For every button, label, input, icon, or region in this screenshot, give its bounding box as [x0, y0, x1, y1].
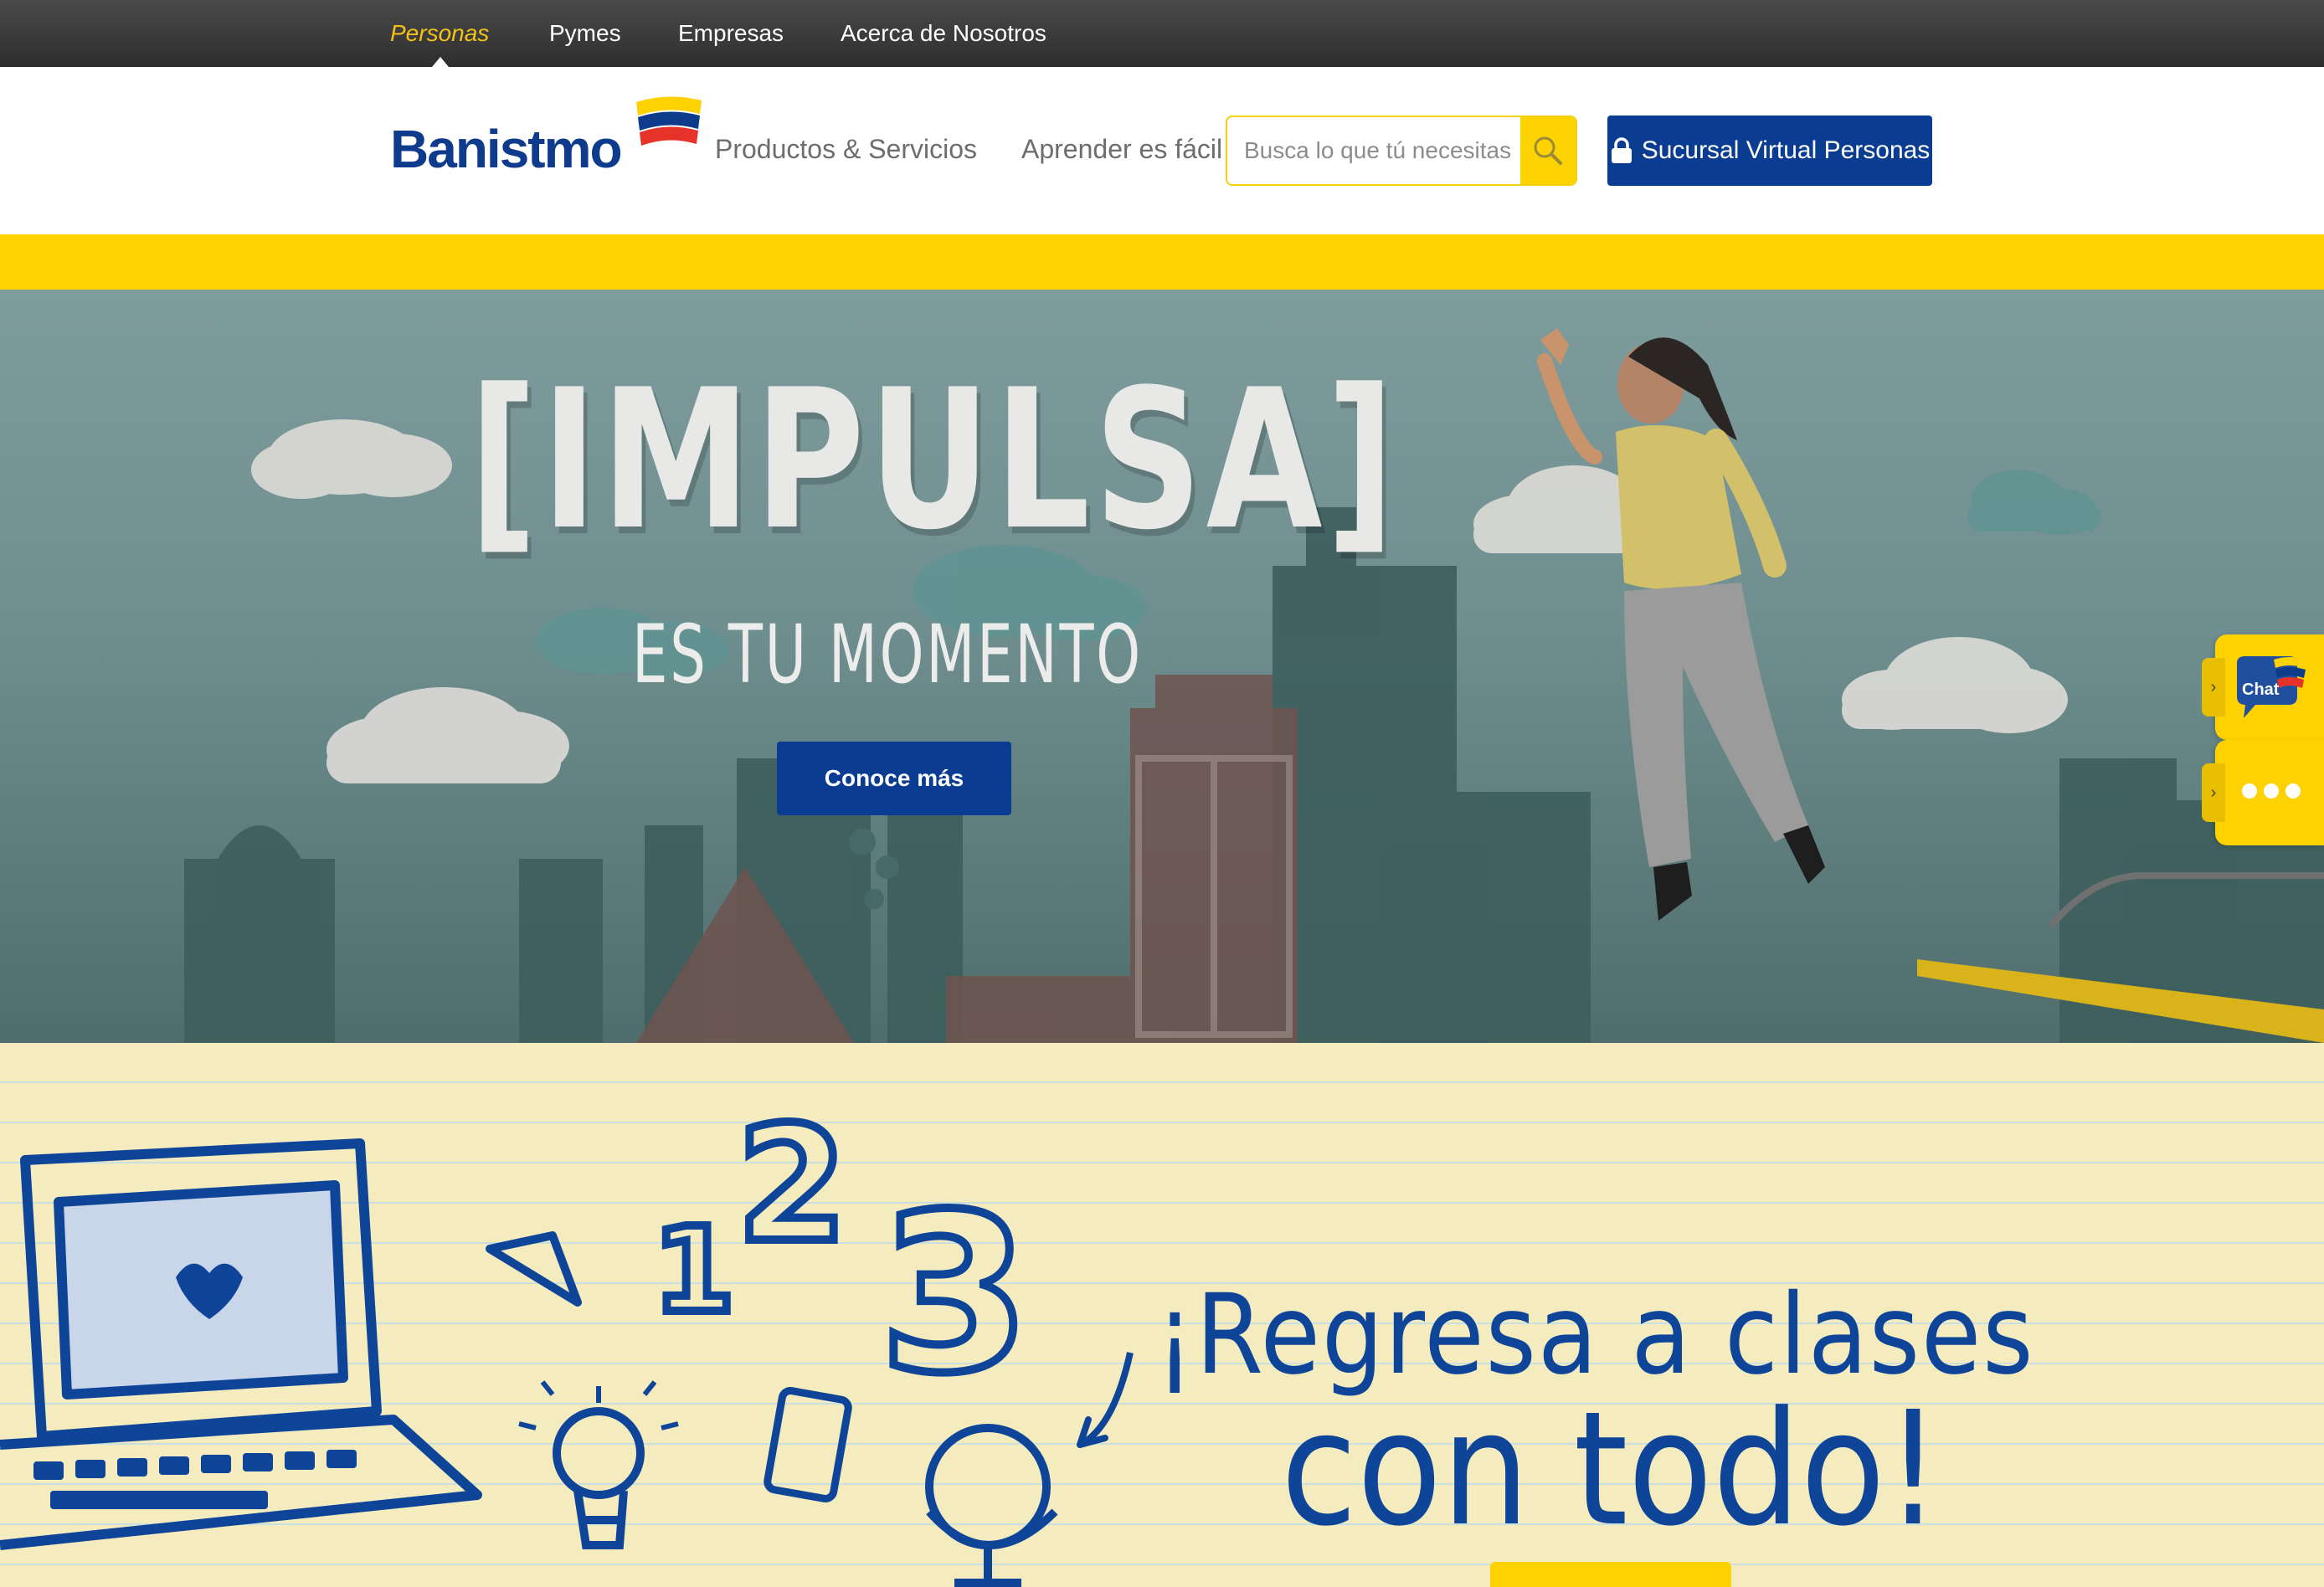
search-input[interactable] — [1227, 117, 1522, 184]
search-button[interactable] — [1520, 117, 1576, 184]
banistmo-logo[interactable]: Banistmo — [390, 94, 702, 179]
more-options-widget[interactable]: › — [2202, 740, 2324, 845]
lock-icon — [1611, 137, 1632, 163]
number-3: 3 — [879, 1168, 1031, 1421]
search-box — [1226, 116, 1577, 186]
segment-bar: Personas Pymes Empresas Acerca de Nosotr… — [0, 0, 2324, 67]
more-dots-icon — [2242, 783, 2301, 799]
logo-flag-icon — [636, 96, 702, 146]
segment-acerca-de-nosotros[interactable]: Acerca de Nosotros — [841, 0, 1046, 67]
number-1: 1 — [653, 1203, 734, 1339]
search-icon — [1534, 136, 1562, 165]
segment-empresas[interactable]: Empresas — [678, 0, 784, 67]
nav-aprender-es-facil[interactable]: Aprender es fácil — [1021, 134, 1222, 165]
hero-subtitle: ES TU MOMENTO — [631, 608, 1143, 701]
chat-label: Chat — [2242, 681, 2280, 699]
number-2: 2 — [737, 1092, 847, 1277]
yellow-band — [0, 234, 2324, 290]
conoce-mas-button[interactable]: Conoce más — [777, 742, 1011, 815]
chat-widget[interactable]: › Chat — [2202, 634, 2324, 740]
more-collapse-arrow[interactable]: › — [2202, 763, 2225, 822]
chat-collapse-arrow[interactable]: › — [2202, 658, 2225, 716]
hero-banner: [IMPULSA] ES TU MOMENTO Conoce más — [0, 290, 2324, 1043]
sucursal-virtual-button[interactable]: Sucursal Virtual Personas — [1607, 116, 1932, 186]
nav-productos-servicios[interactable]: Productos & Servicios — [715, 134, 977, 165]
logo-wordmark: Banistmo — [390, 119, 623, 179]
active-segment-caret — [432, 57, 449, 67]
hero-title: [IMPULSA] — [469, 349, 1399, 573]
back-to-school-banner: 1 2 3 ¡Regresa a clases con todo! — [0, 1043, 2324, 1587]
banner2-cta-button[interactable] — [1490, 1562, 1731, 1587]
sucursal-virtual-label: Sucursal Virtual Personas — [1641, 136, 1931, 164]
chat-bubble-icon: Chat — [2237, 656, 2307, 718]
banner2-headline-line2: con todo! — [1281, 1378, 1941, 1561]
segment-pymes[interactable]: Pymes — [549, 0, 621, 67]
